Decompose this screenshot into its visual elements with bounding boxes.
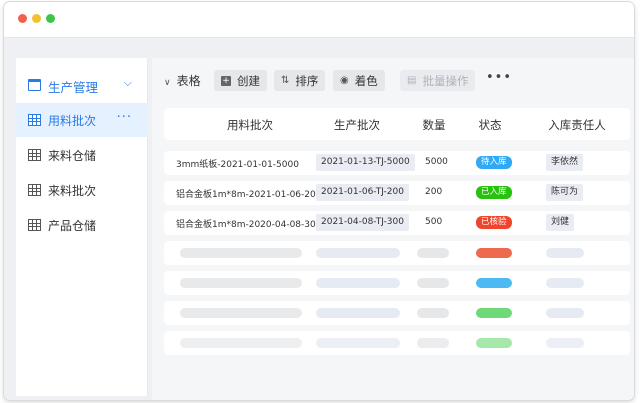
skeleton-bar	[417, 278, 449, 288]
eye-icon: ◉	[340, 75, 349, 86]
sidebar-item-label: 来料批次	[48, 184, 97, 198]
table-row[interactable]: 铝合金板1m*8m-2020-04-08-300 2021-04-08-TJ-3…	[164, 211, 630, 235]
batch-label: 批量操作	[422, 73, 469, 88]
owner-tag: 刘健	[546, 214, 575, 231]
quantity-cell: 200	[425, 187, 443, 197]
batch-icon: ▤	[407, 75, 417, 86]
status-badge: 待入库	[476, 156, 512, 169]
material-batch-cell: 铝合金板1m*8m-2020-04-08-300	[176, 220, 322, 230]
skeleton-bar	[546, 338, 584, 348]
status-badge: 已入库	[476, 186, 512, 199]
plus-icon: +	[221, 75, 231, 86]
sidebar-item-label: 产品仓储	[48, 219, 97, 233]
placeholder-row	[164, 331, 630, 355]
column-header-status[interactable]: 状态	[479, 117, 502, 133]
create-label: 创建	[237, 73, 260, 88]
table-icon	[28, 114, 41, 126]
column-header-owner[interactable]: 入库责任人	[548, 117, 606, 133]
skeleton-bar	[546, 308, 584, 318]
chevron-down-icon: ∨	[164, 78, 171, 88]
skeleton-bar	[316, 338, 400, 348]
production-batch-tag: 2021-01-13-TJ-5000	[316, 154, 415, 171]
sidebar: 生产管理 ⌵ 用料批次 ··· 来料仓储 来料批次 产品仓储	[16, 58, 148, 396]
skeleton-bar	[417, 338, 449, 348]
close-window-button[interactable]	[18, 14, 27, 23]
skeleton-status	[476, 248, 512, 258]
color-button[interactable]: ◉ 着色	[333, 70, 385, 91]
table-icon	[28, 149, 41, 161]
production-batch-tag: 2021-04-08-TJ-300	[316, 214, 409, 231]
chevron-down-icon[interactable]: ⌵	[124, 76, 132, 90]
more-options-icon[interactable]: •••	[486, 70, 512, 85]
skeleton-bar	[316, 248, 400, 258]
table-icon	[28, 219, 41, 231]
create-button[interactable]: + 创建	[214, 70, 267, 91]
sidebar-item-material-batch[interactable]: 用料批次 ···	[16, 103, 148, 137]
skeleton-bar	[546, 278, 584, 288]
batch-operation-button[interactable]: ▤ 批量操作	[400, 70, 476, 91]
skeleton-bar	[180, 278, 302, 288]
app-window: 生产管理 ⌵ 用料批次 ··· 来料仓储 来料批次 产品仓储 ∨ 表格 + 创建	[4, 2, 634, 400]
sort-label: 排序	[295, 73, 319, 88]
main-panel: ∨ 表格 + 创建 ⇅ 排序 ◉ 着色 ▤ 批量操作 ••• 用料批次 生产批次 数量 状…	[152, 58, 634, 400]
sidebar-item-label: 用料批次	[48, 114, 97, 128]
material-batch-cell: 3mm纸板-2021-01-01-5000	[176, 160, 299, 170]
quantity-cell: 5000	[425, 157, 448, 167]
skeleton-status	[476, 338, 512, 348]
calendar-icon	[28, 79, 41, 91]
owner-tag: 陈可为	[546, 184, 584, 201]
table-view-selector[interactable]: ∨ 表格	[164, 72, 201, 89]
table-row[interactable]: 铝合金板1m*8m-2021-01-06-200 2021-01-06-TJ-2…	[164, 181, 630, 205]
status-badge: 已核验	[476, 216, 512, 229]
sort-icon: ⇅	[281, 75, 290, 86]
placeholder-row	[164, 301, 630, 325]
toolbar: ∨ 表格 + 创建 ⇅ 排序 ◉ 着色 ▤ 批量操作 •••	[152, 58, 634, 102]
production-batch-tag: 2021-01-06-TJ-200	[316, 184, 409, 201]
sort-button[interactable]: ⇅ 排序	[274, 70, 326, 91]
maximize-window-button[interactable]	[46, 14, 55, 23]
sidebar-item-product-storage[interactable]: 产品仓储	[16, 208, 148, 242]
column-header-quantity[interactable]: 数量	[423, 117, 446, 133]
skeleton-bar	[546, 248, 584, 258]
table-row[interactable]: 3mm纸板-2021-01-01-5000 2021-01-13-TJ-5000…	[164, 151, 630, 175]
title-bar	[4, 2, 634, 38]
table-icon	[28, 184, 41, 196]
table-header: 用料批次 生产批次 数量 状态 入库责任人	[164, 108, 630, 140]
skeleton-status	[476, 308, 512, 318]
placeholder-row	[164, 241, 630, 265]
minimize-window-button[interactable]	[32, 14, 41, 23]
sidebar-group-production[interactable]: 生产管理 ⌵	[16, 68, 148, 102]
skeleton-bar	[316, 278, 400, 288]
skeleton-status	[476, 278, 512, 288]
skeleton-bar	[180, 248, 302, 258]
quantity-cell: 500	[425, 217, 443, 227]
color-label: 着色	[354, 73, 378, 88]
sidebar-group-label: 生产管理	[48, 80, 99, 95]
material-batch-cell: 铝合金板1m*8m-2021-01-06-200	[176, 190, 322, 200]
sidebar-item-label: 来料仓储	[48, 149, 97, 163]
sidebar-item-incoming-batch[interactable]: 来料批次	[16, 173, 148, 207]
sidebar-item-incoming-storage[interactable]: 来料仓储	[16, 138, 148, 172]
skeleton-bar	[180, 308, 302, 318]
placeholder-row	[164, 271, 630, 295]
skeleton-bar	[316, 308, 400, 318]
view-title: 表格	[176, 74, 201, 88]
skeleton-bar	[417, 248, 449, 258]
column-header-material-batch[interactable]: 用料批次	[227, 117, 273, 133]
skeleton-bar	[180, 338, 302, 348]
owner-tag: 李依然	[546, 154, 584, 171]
column-header-production-batch[interactable]: 生产批次	[334, 117, 380, 133]
more-options-icon[interactable]: ···	[117, 110, 132, 125]
skeleton-bar	[417, 308, 449, 318]
